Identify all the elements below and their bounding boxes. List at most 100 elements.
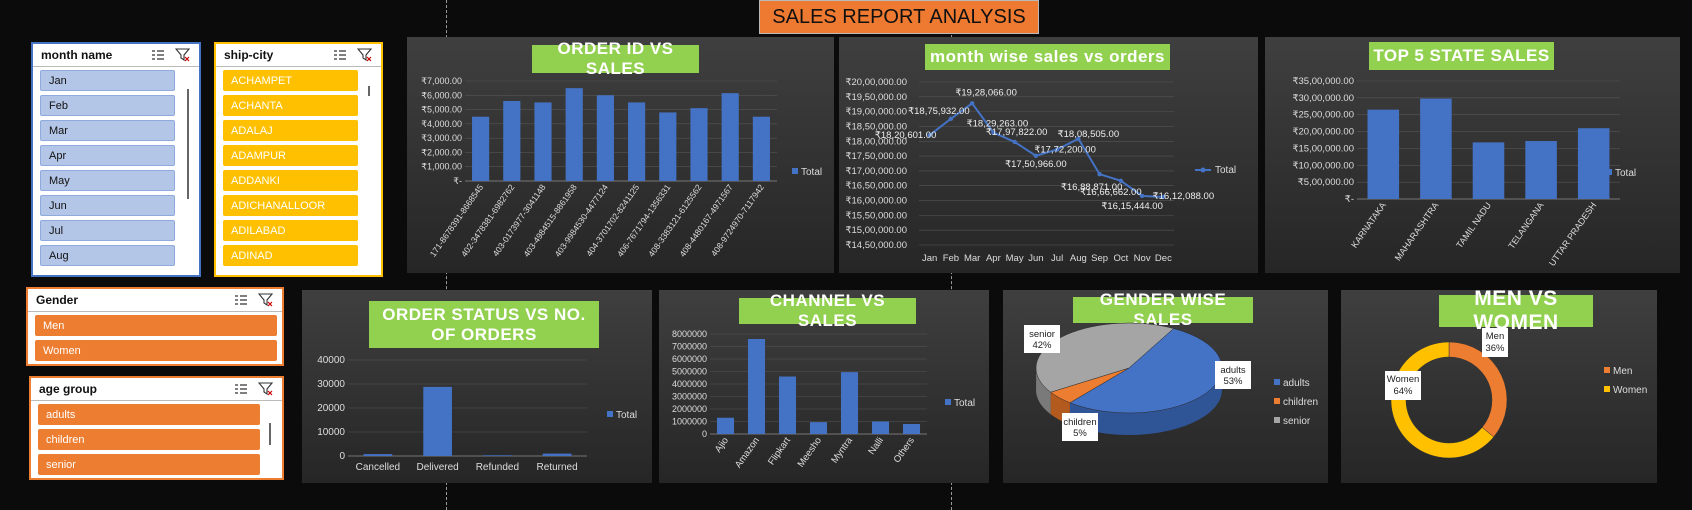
slicer-age[interactable]: age group adults children senior [29, 376, 284, 480]
slicer-item-apr[interactable]: Apr [40, 145, 175, 166]
data-label: ₹18,20,601.00 [875, 130, 937, 141]
chart-channel-sales[interactable]: CHANNEL VS SALES 0 1000000 2000000 3000000 40… [659, 290, 989, 483]
slicer-item-aug[interactable]: Aug [40, 245, 175, 266]
slicer-item-feb[interactable]: Feb [40, 95, 175, 116]
slicer-month-list: Jan Feb Mar Apr May Jun Jul Aug [33, 67, 199, 266]
multi-select-icon[interactable] [333, 49, 347, 61]
bar[interactable] [690, 108, 708, 181]
slicer-item-women[interactable]: Women [35, 340, 277, 361]
data-point[interactable] [1139, 193, 1145, 199]
slicer-item-jan[interactable]: Jan [40, 70, 175, 91]
bar[interactable] [534, 102, 552, 181]
slicer-item-adinad[interactable]: ADINAD [223, 245, 358, 266]
x-tick-label: Jun [1028, 253, 1043, 264]
multi-select-icon[interactable] [234, 294, 248, 306]
clear-filter-icon[interactable] [357, 48, 373, 62]
chart-order-id-vs-sales[interactable]: ORDER ID VS SALES ₹- ₹1,000.00 ₹2,000.00 ₹3,… [407, 37, 834, 273]
bar[interactable] [1472, 142, 1505, 199]
bar[interactable] [721, 93, 739, 181]
bar[interactable] [363, 454, 393, 456]
slicer-item-adampur[interactable]: ADAMPUR [223, 145, 358, 166]
x-tick-label: Jan [922, 253, 937, 264]
slicer-item-senior[interactable]: senior [38, 454, 260, 475]
slicer-item-adults[interactable]: adults [38, 404, 260, 425]
bar[interactable] [809, 422, 828, 434]
data-point[interactable] [1012, 139, 1017, 145]
slicer-item-achanta[interactable]: ACHANTA [223, 95, 358, 116]
bar[interactable] [565, 88, 583, 181]
bar[interactable] [1577, 128, 1610, 199]
bar[interactable] [1525, 141, 1557, 199]
chart-order-status[interactable]: ORDER STATUS VS NO. OF ORDERS 0 10000 20000… [302, 290, 652, 483]
x-tick-label: 403-4984515-8861958 [521, 182, 579, 258]
data-label: ₹17,72,200.00 [1034, 145, 1096, 156]
y-tick-label: 3000000 [672, 392, 707, 402]
slicer-month[interactable]: month name Jan Feb Mar Apr May Jun Jul Aug [31, 42, 201, 277]
bar[interactable] [542, 453, 572, 456]
bar[interactable] [483, 455, 512, 456]
bar[interactable] [596, 95, 614, 181]
y-tick-label: 6000000 [672, 354, 707, 364]
slicer-city[interactable]: ship-city ACHAMPET ACHANTA ADALAJ ADAMPUR AD… [214, 42, 383, 277]
x-tick-label: Sep [1091, 253, 1108, 264]
bar[interactable] [1367, 109, 1400, 199]
bar[interactable] [778, 376, 797, 435]
slicer-item-addanki[interactable]: ADDANKI [223, 170, 358, 191]
slicer-item-may[interactable]: May [40, 170, 175, 191]
slicer-item-mar[interactable]: Mar [40, 120, 175, 141]
chart-men-vs-women[interactable]: MEN VS WOMEN Men 36% Women 64% Men Women [1341, 287, 1657, 483]
slicer-item-men[interactable]: Men [35, 315, 277, 336]
slicer-gender[interactable]: Gender Men Women [26, 287, 284, 366]
data-point[interactable] [969, 101, 975, 106]
chart-gender-wise-sales[interactable]: GENDER WISE SALES adults 53% children 5% seni… [1003, 290, 1328, 483]
slicer-item-children[interactable]: children [38, 429, 260, 450]
bar[interactable] [423, 386, 452, 456]
bar[interactable] [1420, 98, 1452, 199]
y-tick-label: 10000 [317, 427, 345, 438]
bar[interactable] [902, 424, 921, 434]
legend-swatch [1274, 379, 1280, 385]
y-tick-label: ₹16,00,000.00 [845, 196, 907, 207]
bar[interactable] [659, 112, 677, 181]
data-point[interactable] [1097, 172, 1102, 177]
multi-select-icon[interactable] [234, 383, 248, 395]
x-tick-label: Flipkart [766, 435, 793, 467]
x-tick-label: Myntra [829, 435, 855, 466]
bar[interactable] [503, 101, 521, 181]
slicer-age-title: age group [39, 382, 98, 396]
y-tick-label: ₹3,000.00 [421, 133, 462, 143]
x-tick-label: Delivered [417, 462, 459, 473]
data-point[interactable] [948, 116, 954, 121]
slicer-item-adilabad[interactable]: ADILABAD [223, 220, 358, 241]
bar[interactable] [628, 102, 646, 181]
bar[interactable] [747, 339, 766, 434]
slicer-item-achampet[interactable]: ACHAMPET [223, 70, 358, 91]
scrollbar[interactable] [187, 89, 189, 199]
multi-select-icon[interactable] [151, 49, 165, 61]
slicer-item-adalaj[interactable]: ADALAJ [223, 120, 358, 141]
data-point[interactable] [1118, 178, 1124, 183]
data-label: 53% [1223, 376, 1243, 387]
clear-filter-icon[interactable] [258, 293, 274, 307]
y-tick-label: ₹4,000.00 [421, 119, 462, 129]
bar[interactable] [871, 421, 890, 435]
chart-top5-state-sales[interactable]: TOP 5 STATE SALES ₹- ₹5,00,000.00 ₹10,00,00… [1265, 37, 1680, 273]
data-label: Men [1486, 331, 1504, 342]
scrollbar[interactable] [368, 86, 370, 96]
y-tick-label: ₹19,00,000.00 [845, 107, 907, 118]
clear-filter-icon[interactable] [175, 48, 191, 62]
slicer-item-jul[interactable]: Jul [40, 220, 175, 241]
y-tick-label: ₹1,000.00 [421, 162, 462, 172]
scrollbar[interactable] [269, 423, 271, 445]
chart-month-wise-sales[interactable]: month wise sales vs orders ₹14,50,000.00 ₹… [839, 37, 1258, 273]
slicer-item-adichanalloor[interactable]: ADICHANALLOOR [223, 195, 358, 216]
x-tick-label: Amazon [733, 435, 762, 470]
x-tick-label: Others [892, 435, 918, 465]
bar[interactable] [716, 417, 735, 434]
x-tick-label: Nov [1134, 253, 1151, 264]
slicer-item-jun[interactable]: Jun [40, 195, 175, 216]
bar[interactable] [840, 372, 859, 434]
clear-filter-icon[interactable] [258, 382, 274, 396]
bar[interactable] [472, 116, 490, 181]
bar[interactable] [752, 116, 770, 181]
